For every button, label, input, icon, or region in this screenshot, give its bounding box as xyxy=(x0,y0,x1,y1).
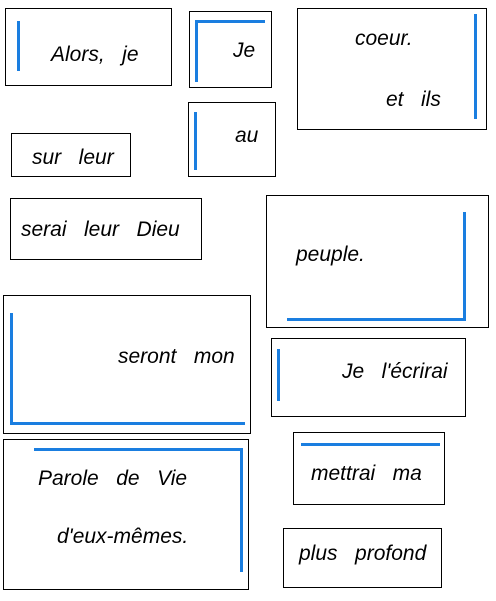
word-card-coeur-et-ils[interactable]: coeur. et ils xyxy=(297,8,487,130)
card-text: Je xyxy=(233,39,256,62)
card-text: Je l'écrirai xyxy=(342,360,448,383)
card-text: Alors, je xyxy=(51,43,139,66)
card-text: au xyxy=(235,124,259,147)
word-card-au[interactable]: au xyxy=(188,102,276,177)
card-accent-bar xyxy=(277,349,280,401)
card-accent-bar xyxy=(474,14,477,119)
card-text: coeur. xyxy=(355,27,413,50)
card-text: plus profond xyxy=(299,542,427,565)
word-card-je[interactable]: Je xyxy=(189,11,272,88)
card-accent-bar xyxy=(463,212,466,321)
word-card-je-lecrirai[interactable]: Je l'écrirai xyxy=(271,338,466,417)
card-accent-bar xyxy=(10,422,245,425)
card-accent-bar xyxy=(34,448,243,451)
word-card-serai-leur-dieu[interactable]: serai leur Dieu xyxy=(10,198,202,260)
word-card-sur-leur[interactable]: sur leur xyxy=(11,133,131,177)
card-text: mettrai ma xyxy=(311,462,422,485)
card-text: Parole de Vie xyxy=(38,467,188,490)
card-text: serai leur Dieu xyxy=(21,218,180,241)
card-accent-bar xyxy=(195,20,265,23)
card-accent-bar xyxy=(195,20,198,82)
word-card-plus-profond[interactable]: plus profond xyxy=(283,528,442,588)
card-accent-bar xyxy=(10,313,13,425)
card-text: seront mon xyxy=(118,345,235,368)
word-card-alors-je[interactable]: Alors, je xyxy=(5,8,172,86)
word-card-peuple[interactable]: peuple. xyxy=(266,195,489,328)
card-text: sur leur xyxy=(32,146,114,169)
card-text: et ils xyxy=(386,88,441,111)
word-card-parole-de-vie[interactable]: Parole de Vie d'eux-mêmes. xyxy=(3,439,249,590)
card-text: peuple. xyxy=(296,243,365,266)
word-card-seront-mon[interactable]: seront mon xyxy=(3,295,251,434)
card-accent-bar xyxy=(240,448,243,572)
card-accent-bar xyxy=(17,21,20,71)
card-accent-bar xyxy=(301,443,440,446)
card-accent-bar xyxy=(194,112,197,170)
word-card-mettrai-ma[interactable]: mettrai ma xyxy=(293,432,445,505)
card-text: d'eux-mêmes. xyxy=(57,525,189,548)
card-accent-bar xyxy=(287,318,466,321)
